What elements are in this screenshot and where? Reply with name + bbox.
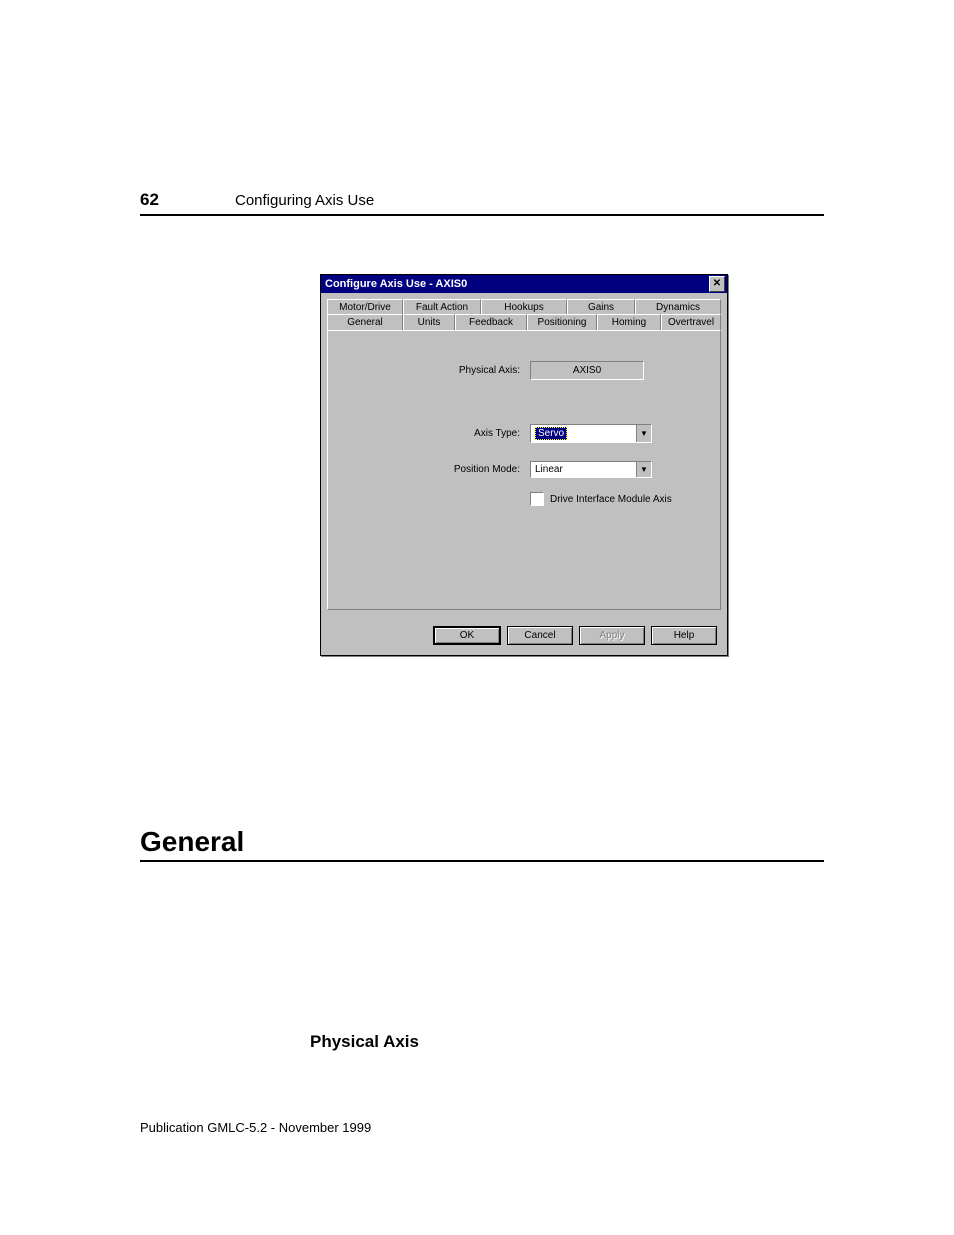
help-button[interactable]: Help [651, 626, 717, 645]
tab-row-front: GeneralUnitsFeedbackPositioningHomingOve… [327, 314, 721, 330]
cancel-button[interactable]: Cancel [507, 626, 573, 645]
tab-motor-drive[interactable]: Motor/Drive [327, 299, 403, 315]
tabs-area: Motor/DriveFault ActionHookupsGainsDynam… [321, 293, 727, 618]
drive-interface-row: Drive Interface Module Axis [530, 492, 700, 506]
tab-gains[interactable]: Gains [567, 299, 635, 315]
subheading-physical-axis: Physical Axis [310, 1032, 824, 1052]
tab-overtravel[interactable]: Overtravel [661, 314, 721, 330]
tab-fault-action[interactable]: Fault Action [403, 299, 481, 315]
position-mode-dropdown[interactable]: Linear ▼ [530, 461, 652, 478]
chevron-down-icon[interactable]: ▼ [636, 425, 651, 442]
physical-axis-row: Physical Axis: AXIS0 [438, 361, 700, 380]
publication-footer: Publication GMLC-5.2 - November 1999 [140, 1120, 371, 1135]
chevron-down-icon[interactable]: ▼ [636, 462, 651, 477]
page-header-title: Configuring Axis Use [235, 192, 374, 209]
tab-homing[interactable]: Homing [597, 314, 661, 330]
tab-rows: Motor/DriveFault ActionHookupsGainsDynam… [327, 299, 721, 331]
tab-row-back: Motor/DriveFault ActionHookupsGainsDynam… [327, 299, 721, 315]
page-header: 62 Configuring Axis Use [140, 190, 824, 216]
position-mode-label: Position Mode: [438, 464, 530, 475]
tab-dynamics[interactable]: Dynamics [635, 299, 721, 315]
position-mode-row: Position Mode: Linear ▼ [438, 461, 700, 478]
tab-units[interactable]: Units [403, 314, 455, 330]
tab-general[interactable]: General [327, 314, 403, 330]
drive-interface-label: Drive Interface Module Axis [550, 494, 672, 505]
page-number: 62 [140, 190, 235, 210]
tab-feedback[interactable]: Feedback [455, 314, 527, 330]
document-page: 62 Configuring Axis Use Configure Axis U… [0, 0, 954, 1235]
axis-type-row: Axis Type: Servo ▼ [438, 424, 700, 443]
axis-type-dropdown[interactable]: Servo ▼ [530, 424, 652, 443]
dialog-titlebar: Configure Axis Use - AXIS0 ✕ [321, 275, 727, 293]
dialog-screenshot: Configure Axis Use - AXIS0 ✕ Motor/Drive… [320, 274, 728, 656]
tab-panel-general: Physical Axis: AXIS0 Axis Type: Servo ▼ … [327, 330, 721, 610]
apply-button: Apply [579, 626, 645, 645]
physical-axis-label: Physical Axis: [438, 365, 530, 376]
configure-axis-dialog: Configure Axis Use - AXIS0 ✕ Motor/Drive… [320, 274, 728, 656]
ok-button[interactable]: OK [433, 626, 501, 645]
axis-type-value: Servo [535, 427, 567, 440]
axis-type-label: Axis Type: [438, 428, 530, 439]
tab-positioning[interactable]: Positioning [527, 314, 597, 330]
dialog-title: Configure Axis Use - AXIS0 [325, 278, 467, 290]
physical-axis-value: AXIS0 [530, 361, 644, 380]
tab-hookups[interactable]: Hookups [481, 299, 567, 315]
close-icon[interactable]: ✕ [709, 276, 725, 292]
dialog-button-row: OK Cancel Apply Help [321, 618, 727, 655]
section-heading-general: General [140, 826, 824, 862]
position-mode-value: Linear [531, 462, 636, 477]
drive-interface-checkbox[interactable] [530, 492, 544, 506]
